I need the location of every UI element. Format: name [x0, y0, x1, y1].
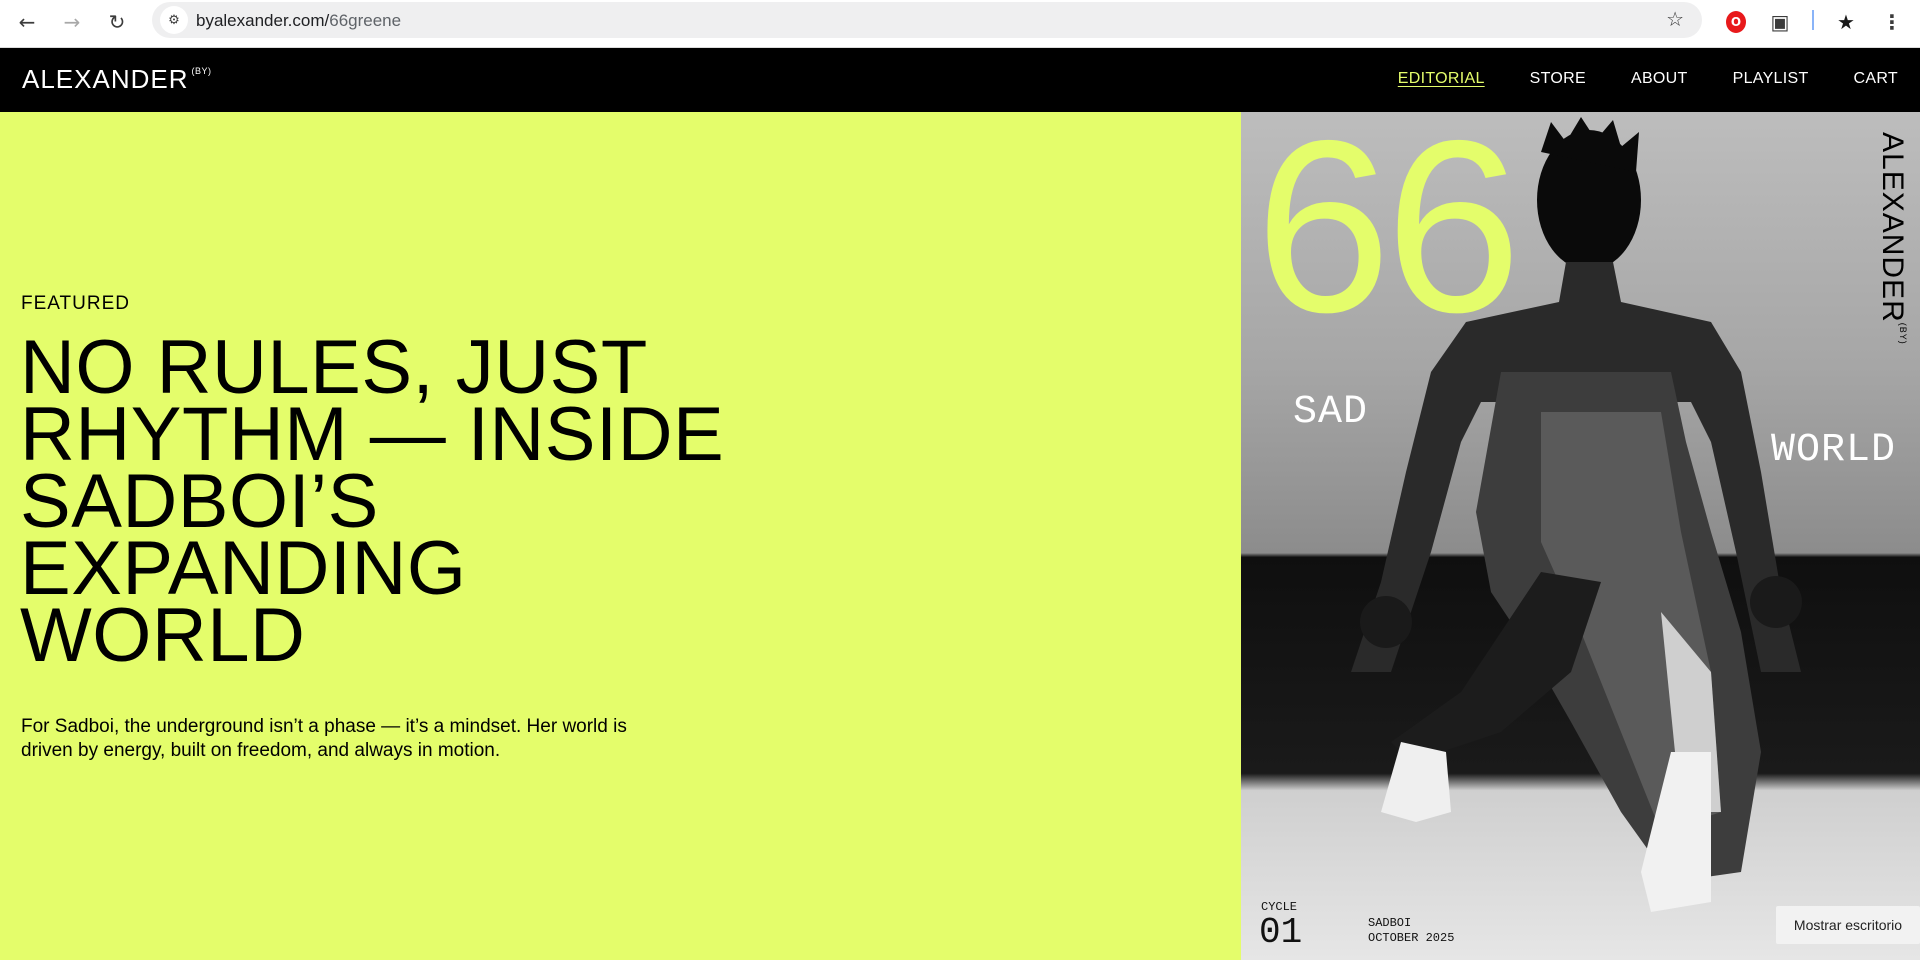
cover-cycle-number: 01 — [1259, 912, 1303, 953]
main-nav: EDITORIAL STORE ABOUT PLAYLIST CART — [1398, 70, 1898, 88]
show-desktop-tooltip[interactable]: Mostrar escritorio — [1776, 906, 1920, 944]
article-dek: For Sadboi, the underground isn’t a phas… — [21, 716, 627, 761]
nav-playlist[interactable]: PLAYLIST — [1733, 70, 1809, 88]
cover-issue-number: 66 — [1255, 112, 1522, 363]
cover-word-right: WORLD — [1771, 428, 1897, 473]
cover-date: OCTOBER 2025 — [1368, 931, 1455, 945]
bookmark-star-icon[interactable]: ☆ — [1666, 7, 1684, 31]
forward-arrow-icon[interactable]: → — [56, 6, 88, 38]
site-header: ALEXANDER (BY) EDITORIAL STORE ABOUT PLAY… — [0, 48, 1920, 112]
nav-store[interactable]: STORE — [1530, 70, 1586, 88]
reload-icon[interactable]: ↻ — [101, 6, 133, 38]
featured-label: FEATURED — [21, 293, 130, 314]
site-logo[interactable]: ALEXANDER (BY) — [22, 64, 212, 95]
browser-toolbar: ← → ↻ ⚙ byalexander.com/66greene ☆ O ▣ ★… — [0, 0, 1920, 48]
site-info-icon[interactable]: ⚙ — [160, 6, 188, 34]
nav-about[interactable]: ABOUT — [1631, 70, 1688, 88]
cover-image[interactable]: 66 SAD WORLD ALEXANDER(BY) CYCLE 01 SADB… — [1241, 112, 1920, 960]
cover-artist: SADBOI — [1368, 916, 1412, 930]
featured-article[interactable]: FEATURED NO RULES, JUST RHYTHM — INSIDE … — [0, 112, 1241, 960]
cover-brand-text: ALEXANDER — [1876, 132, 1909, 323]
nav-cart[interactable]: CART — [1854, 70, 1898, 88]
cover-word-left: SAD — [1293, 390, 1369, 435]
puzzle-extension-icon[interactable]: ▣ — [1764, 6, 1796, 38]
cover-brand: ALEXANDER(BY) — [1875, 132, 1909, 345]
menu-dots-icon[interactable]: ⋮ — [1876, 6, 1908, 38]
nav-editorial[interactable]: EDITORIAL — [1398, 70, 1485, 88]
toolbar-divider — [1812, 10, 1814, 30]
star-extension-icon[interactable]: ★ — [1830, 6, 1862, 38]
logo-superscript: (BY) — [191, 66, 212, 76]
logo-text: ALEXANDER — [22, 64, 189, 94]
url-domain: byalexander.com/ — [196, 11, 330, 30]
article-headline[interactable]: NO RULES, JUST RHYTHM — INSIDE SADBOI’S … — [20, 330, 740, 674]
url-text[interactable]: byalexander.com/66greene — [196, 11, 401, 31]
cover-brand-superscript: (BY) — [1898, 322, 1908, 345]
opera-extension-icon[interactable]: O — [1720, 6, 1752, 38]
address-bar[interactable]: ⚙ byalexander.com/66greene ☆ — [152, 2, 1702, 38]
url-path: 66greene — [329, 11, 402, 30]
back-arrow-icon[interactable]: ← — [11, 6, 43, 38]
